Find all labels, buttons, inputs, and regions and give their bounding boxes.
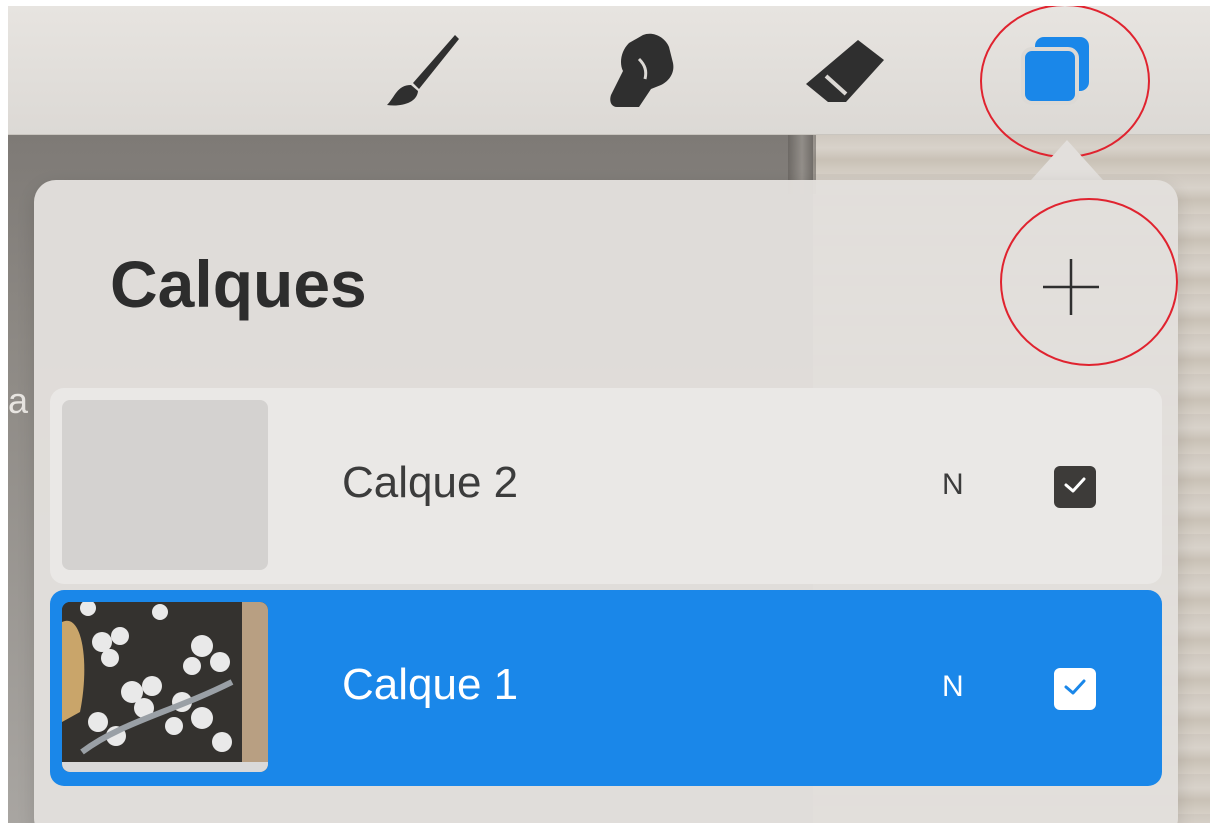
checkmark-icon [1063,475,1087,500]
top-toolbar [8,6,1210,135]
layer-thumbnail [62,400,268,570]
checkmark-icon [1063,677,1087,702]
plus-icon [1041,257,1101,322]
canvas-frame: a Calques Calque 2 N Calque 1 N [8,6,1210,823]
layer-name: Calque 1 [342,660,519,709]
blend-mode-button[interactable]: N [942,670,964,704]
layers-button[interactable] [1010,26,1100,116]
eraser-button[interactable] [800,26,890,116]
layer-row-calque-1[interactable]: Calque 1 N [50,590,1162,786]
visibility-checkbox[interactable] [1054,466,1096,508]
layer-name: Calque 2 [342,458,519,507]
layers-icon [1015,31,1095,111]
smudge-finger-icon [599,29,683,113]
brush-button[interactable] [378,26,468,116]
add-layer-button[interactable] [1034,252,1108,326]
brush-icon [383,31,463,111]
panel-title: Calques [110,247,367,321]
visibility-checkbox[interactable] [1054,668,1096,710]
layer-thumbnail-photo [62,602,268,772]
smudge-button[interactable] [596,26,686,116]
eraser-icon [802,36,888,106]
canvas-partial-text: a [8,380,29,421]
layer-row-calque-2[interactable]: Calque 2 N [50,388,1162,584]
popover-arrow [1031,140,1103,180]
blend-mode-button[interactable]: N [942,468,964,502]
layers-panel: Calques Calque 2 N Calque 1 N [34,180,1178,823]
